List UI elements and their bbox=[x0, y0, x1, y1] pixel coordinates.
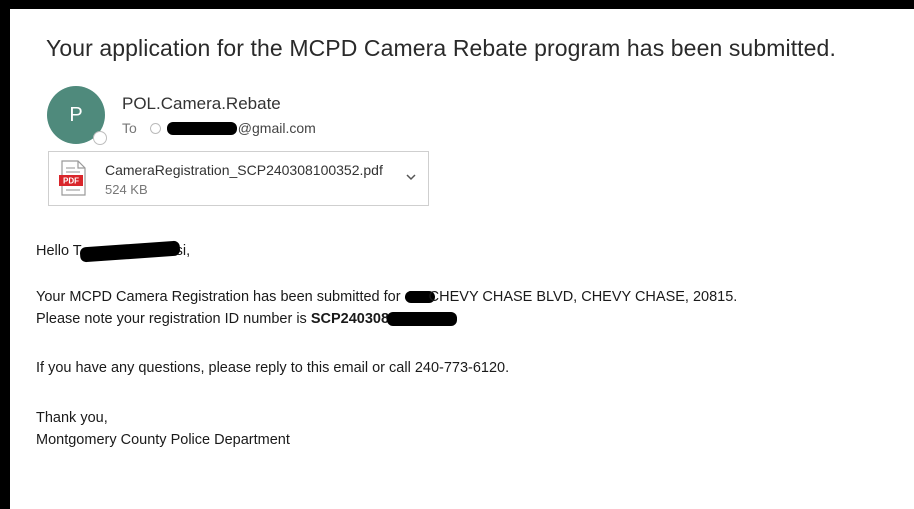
to-label: To bbox=[122, 120, 137, 136]
email-subject: Your application for the MCPD Camera Reb… bbox=[46, 35, 836, 61]
registration-id-line: Please note your registration ID number … bbox=[36, 311, 458, 327]
redaction-mark bbox=[79, 240, 181, 263]
email-greeting: Hello Tsi, bbox=[36, 240, 190, 263]
avatar-initial: P bbox=[69, 103, 83, 126]
sender-name[interactable]: POL.Camera.Rebate bbox=[122, 94, 281, 114]
pdf-file-icon: PDF bbox=[59, 160, 86, 196]
attachment-card[interactable]: PDF CameraRegistration_SCP240308100352.p… bbox=[48, 151, 429, 206]
recipient-row: To @gmail.com bbox=[122, 120, 316, 136]
registration-id: SCP240308 bbox=[310, 311, 390, 327]
email-signature: Montgomery County Police Department bbox=[36, 432, 290, 448]
redaction-mark bbox=[387, 312, 458, 327]
email-closing: Thank you, bbox=[36, 410, 108, 426]
chevron-down-icon[interactable] bbox=[403, 169, 419, 185]
recipient-email[interactable]: @gmail.com bbox=[238, 120, 316, 136]
recipient-presence-icon bbox=[149, 122, 161, 134]
registration-address-line: Your MCPD Camera Registration has been s… bbox=[36, 289, 738, 305]
attachment-size: 524 KB bbox=[105, 182, 148, 197]
svg-text:PDF: PDF bbox=[63, 177, 79, 186]
email-window: Your application for the MCPD Camera Reb… bbox=[10, 9, 914, 509]
attachment-filename: CameraRegistration_SCP240308100352.pdf bbox=[105, 162, 383, 178]
presence-status-icon bbox=[93, 131, 107, 145]
contact-line: If you have any questions, please reply … bbox=[36, 360, 510, 376]
redaction-mark bbox=[166, 121, 237, 135]
